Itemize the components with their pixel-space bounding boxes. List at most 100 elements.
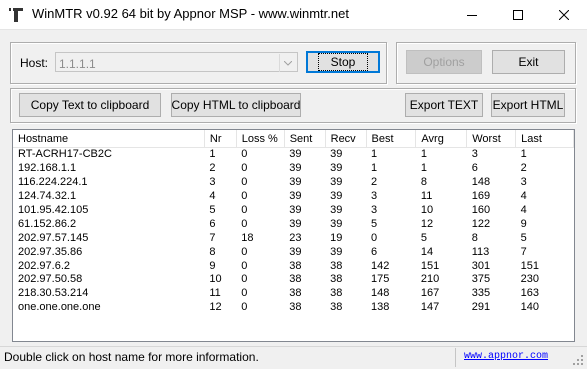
table-row[interactable]: 202.97.6.2 9 0 38 38 142 151 301 151 [13,259,574,273]
winmtr-app-icon [8,7,24,23]
copy-html-button[interactable]: Copy HTML to clipboard [171,93,301,117]
appnor-link[interactable]: www.appnor.com [464,351,548,362]
cell-recv: 38 [330,287,343,300]
cell-last: 3 [520,176,527,189]
table-row[interactable]: 202.97.35.86 8 0 39 39 6 14 113 7 [13,245,574,259]
copy-html-button-label: Copy HTML to clipboard [171,98,301,112]
cell-worst: 375 [471,273,491,286]
cell-hostname: 116.224.224.1 [18,176,88,189]
table-row[interactable]: 61.152.86.2 6 0 39 39 5 12 122 9 [13,217,574,231]
cell-last: 151 [520,259,539,272]
table-row[interactable]: 116.224.224.1 3 0 39 39 2 8 148 3 [13,176,574,190]
cell-hostname: 61.152.86.2 [18,217,77,230]
column-header-hostname[interactable]: Hostname [13,130,205,148]
table-row[interactable]: 192.168.1.1 2 0 39 39 1 1 6 2 [13,162,574,176]
cell-loss: 0 [241,259,248,272]
exit-button[interactable]: Exit [492,50,565,74]
chevron-down-icon[interactable] [279,54,296,72]
table-row[interactable]: 218.30.53.214 11 0 38 38 148 167 335 163 [13,287,574,301]
cell-last: 7 [520,245,527,258]
cell-nr: 12 [209,301,222,314]
cell-sent: 38 [289,259,302,272]
column-header-nr[interactable]: Nr [204,130,237,148]
cell-nr: 9 [209,259,216,272]
column-header-sent[interactable]: Sent [284,130,326,148]
cell-hostname: 202.97.35.86 [18,245,83,258]
cell-loss: 0 [241,273,248,286]
cell-best: 3 [371,190,378,203]
cell-avrg: 10 [420,204,434,216]
cell-best: 1 [371,162,378,175]
cell-sent: 39 [289,245,302,258]
resize-grip-icon[interactable] [572,354,584,366]
column-header-best[interactable]: Best [366,130,417,148]
cell-last: 4 [520,190,527,203]
host-value: 1.1.1.1 [59,57,96,71]
status-divider [455,348,456,367]
cell-last: 2 [520,162,527,175]
options-button-label: Options [423,55,465,69]
cell-worst: 148 [471,176,491,189]
cell-avrg: 12 [420,217,434,230]
column-header-avrg[interactable]: Avrg [415,130,468,148]
export-text-button[interactable]: Export TEXT [405,93,483,117]
cell-avrg: 151 [420,259,440,272]
minimize-button[interactable] [449,0,495,30]
cell-avrg: 167 [420,287,440,300]
cell-last: 4 [520,204,527,216]
results-table: Hostname Nr Loss % Sent Recv Best Avrg W… [13,130,574,315]
cell-sent: 38 [289,301,302,314]
cell-hostname: 124.74.32.1 [18,190,77,203]
cell-best: 2 [371,176,378,189]
exit-button-label: Exit [518,55,539,69]
cell-last: 230 [520,273,539,286]
table-row[interactable]: 202.97.57.145 7 18 23 19 0 5 8 5 [13,231,574,245]
close-button[interactable] [541,0,587,30]
cell-nr: 3 [209,176,216,189]
cell-sent: 38 [289,273,302,286]
column-header-loss[interactable]: Loss % [236,130,285,148]
cell-loss: 0 [241,301,248,314]
cell-sent: 39 [289,217,302,230]
cell-loss: 0 [241,204,248,216]
cell-nr: 2 [209,162,216,175]
cell-recv: 39 [330,204,343,216]
cell-worst: 160 [471,204,491,216]
cell-best: 5 [371,217,378,230]
table-row[interactable]: RT-ACRH17-CB2C 1 0 39 39 1 1 3 1 [13,148,574,162]
cell-worst: 335 [471,287,491,300]
column-header-recv[interactable]: Recv [325,130,367,148]
cell-recv: 39 [330,148,343,161]
cell-best: 3 [371,204,378,216]
cell-worst: 113 [471,245,490,258]
stop-button[interactable]: Stop [306,51,380,73]
table-row[interactable]: 202.97.50.58 10 0 38 38 175 210 375 230 [13,273,574,287]
table-row[interactable]: 101.95.42.105 5 0 39 39 3 10 160 4 [13,204,574,218]
cell-nr: 1 [209,148,216,161]
options-button[interactable]: Options [406,50,482,74]
cell-loss: 0 [241,190,248,203]
cell-sent: 39 [289,190,302,203]
export-html-button[interactable]: Export HTML [491,93,565,117]
stop-button-label: Stop [317,53,369,71]
cell-nr: 8 [209,245,216,258]
cell-hostname: 218.30.53.214 [18,287,89,300]
host-combobox[interactable]: 1.1.1.1 [55,52,298,72]
cell-hostname: one.one.one.one [18,301,101,314]
table-row[interactable]: 124.74.32.1 4 0 39 39 3 11 169 4 [13,190,574,204]
copy-text-button[interactable]: Copy Text to clipboard [19,93,161,117]
cell-best: 0 [371,231,378,244]
table-header-row: Hostname Nr Loss % Sent Recv Best Avrg W… [13,130,574,148]
column-header-worst[interactable]: Worst [466,130,517,148]
results-listview[interactable]: Hostname Nr Loss % Sent Recv Best Avrg W… [12,129,575,342]
cell-recv: 19 [330,231,343,244]
cell-sent: 39 [289,204,302,216]
column-header-last[interactable]: Last [515,130,574,148]
maximize-button[interactable] [495,0,541,30]
cell-recv: 39 [330,176,343,189]
cell-loss: 0 [241,287,248,300]
cell-hostname: 101.95.42.105 [18,204,89,216]
cell-nr: 5 [209,204,216,216]
cell-sent: 38 [289,287,302,300]
table-row[interactable]: one.one.one.one 12 0 38 38 138 147 291 140 [13,301,574,315]
